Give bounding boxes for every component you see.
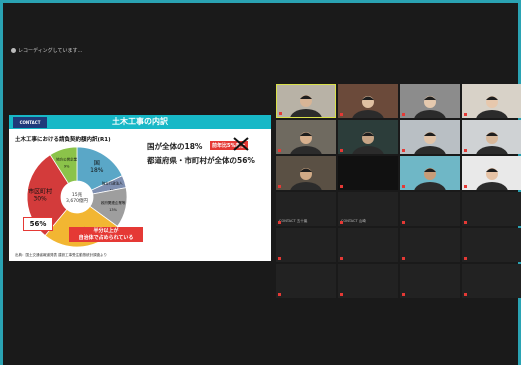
participant-tile[interactable]	[400, 120, 460, 154]
mic-muted-icon	[402, 149, 405, 152]
pie-slice-value: 9%	[64, 164, 70, 168]
participant-tile[interactable]	[276, 264, 336, 298]
participant-tile[interactable]	[276, 228, 336, 262]
pie-slice-label: 独立行政法人	[102, 181, 123, 186]
slide-source: 出典：国土交通省報道発表 建設工事受注動態統計調査より	[15, 253, 108, 257]
participant-tile[interactable]: CONTACT 五十嵐	[276, 192, 336, 226]
participant-tile[interactable]	[276, 156, 336, 190]
cross-mark-icon	[233, 137, 249, 151]
participant-tile[interactable]	[462, 156, 521, 190]
pie-slice-value: 13%	[109, 208, 117, 212]
participant-video	[414, 132, 446, 154]
shared-slide: CONTACT 土木工事の内訳 土木工事における請負契約額内訳(R1) 国 18%…	[9, 115, 271, 261]
participant-tile[interactable]: CONTACT 山崎	[338, 192, 398, 226]
mic-muted-icon	[402, 293, 405, 296]
participant-tile[interactable]	[400, 84, 460, 118]
mic-muted-icon	[278, 257, 281, 260]
participant-tile[interactable]	[338, 156, 398, 190]
participant-video	[352, 132, 384, 154]
mic-muted-icon	[402, 113, 405, 116]
highlight-percentage: 56%	[23, 217, 53, 231]
mic-muted-icon	[278, 293, 281, 296]
statement-local: 都道府県・市町村が全体の56%	[147, 156, 255, 165]
participant-tile[interactable]	[462, 192, 521, 226]
participant-tile[interactable]	[462, 228, 521, 262]
participant-video	[476, 168, 508, 190]
mic-muted-icon	[464, 293, 467, 296]
pie-slice-label: 国	[94, 160, 100, 167]
majority-callout-line2: 自治体で占められている	[78, 234, 134, 241]
mic-muted-icon	[402, 185, 405, 188]
chart-subtitle: 土木工事における請負契約額内訳(R1)	[15, 137, 111, 143]
pie-slice-value: 18%	[90, 167, 104, 174]
participant-video	[476, 96, 508, 118]
participant-tile[interactable]	[276, 120, 336, 154]
participant-tile[interactable]	[400, 228, 460, 262]
participant-name: CONTACT 五十嵐	[279, 219, 308, 223]
participant-name: CONTACT 山崎	[341, 219, 366, 223]
pie-slice-value: 30%	[33, 196, 47, 203]
mic-muted-icon	[278, 185, 281, 188]
participant-tile[interactable]	[462, 84, 521, 118]
mic-muted-icon	[464, 149, 467, 152]
recording-indicator[interactable]: レコーディングしています...	[11, 47, 82, 54]
mic-muted-icon	[279, 112, 282, 115]
participant-tile[interactable]	[400, 264, 460, 298]
participant-video	[352, 96, 384, 118]
participant-video	[414, 168, 446, 190]
pie-slice-label: 市区町村	[28, 188, 52, 196]
participant-tile[interactable]	[338, 84, 398, 118]
mic-muted-icon	[278, 221, 281, 224]
mic-muted-icon	[340, 221, 343, 224]
participant-tile[interactable]	[462, 264, 521, 298]
pie-slice-label: 政府関連企業等	[101, 200, 126, 205]
statement-national: 国が全体の18%	[147, 142, 203, 151]
mic-muted-icon	[464, 257, 467, 260]
mic-muted-icon	[402, 257, 405, 260]
mic-muted-icon	[340, 257, 343, 260]
mic-muted-icon	[340, 293, 343, 296]
participant-video	[414, 96, 446, 118]
participant-video	[290, 132, 322, 154]
mic-muted-icon	[278, 149, 281, 152]
participant-tile[interactable]	[338, 228, 398, 262]
participant-tile[interactable]	[462, 120, 521, 154]
majority-callout: 半分以上が 自治体で占められている	[69, 227, 143, 242]
participant-tile[interactable]	[338, 120, 398, 154]
meeting-window: レコーディングしています... CONTACT 土木工事の内訳 土木工事における…	[0, 0, 521, 365]
pie-center-label: 3,670億円	[66, 197, 88, 204]
mic-muted-icon	[464, 113, 467, 116]
recording-label: レコーディングしています...	[18, 48, 83, 54]
mic-muted-icon	[464, 185, 467, 188]
mic-muted-icon	[340, 113, 343, 116]
mic-muted-icon	[340, 149, 343, 152]
participant-tile[interactable]	[276, 84, 336, 118]
participant-video	[290, 95, 322, 117]
participant-tile[interactable]	[400, 192, 460, 226]
participant-tile[interactable]	[400, 156, 460, 190]
mic-muted-icon	[340, 185, 343, 188]
record-icon	[11, 48, 16, 53]
pie-center-label: 15兆	[72, 191, 83, 198]
participant-video	[476, 132, 508, 154]
slide-title: 土木工事の内訳	[112, 117, 168, 126]
mic-muted-icon	[402, 221, 405, 224]
participant-video	[290, 168, 322, 190]
pie-slice-label: 地方公営企業	[56, 156, 77, 161]
participant-tile[interactable]	[338, 264, 398, 298]
mic-muted-icon	[464, 221, 467, 224]
